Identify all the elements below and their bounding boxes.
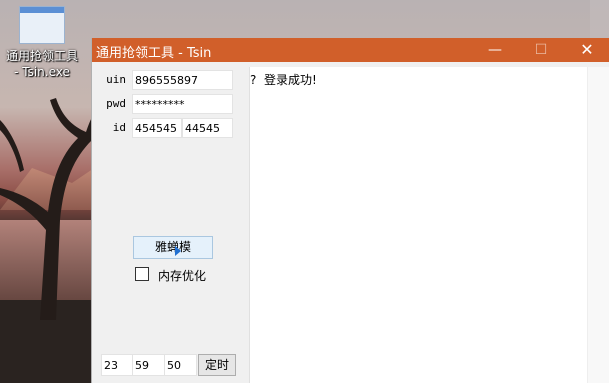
log-panel[interactable]: ? 登录成功! xyxy=(249,67,588,383)
tree-silhouette xyxy=(0,98,100,320)
timer-second-field[interactable]: 50 xyxy=(164,354,197,376)
app-window: 通用抢领工具 - Tsin — ☐ ✕ uin 896555897 pwd **… xyxy=(91,38,609,383)
uin-field[interactable]: 896555897 xyxy=(132,70,233,90)
log-line: ? 登录成功! xyxy=(250,73,317,87)
window-app-icon xyxy=(19,6,65,44)
uin-label: uin xyxy=(106,73,126,86)
id-field-2[interactable]: 44545 xyxy=(182,118,233,138)
window-title: 通用抢领工具 - Tsin xyxy=(96,46,212,61)
desktop-shortcut-label-line1: 通用抢领工具 xyxy=(5,49,78,63)
desktop-shortcut-tsin[interactable]: 通用抢领工具 - Tsin.exe xyxy=(2,6,82,80)
timer-button[interactable]: 定时 xyxy=(198,354,236,376)
desktop-shortcut-label: 通用抢领工具 - Tsin.exe xyxy=(2,48,82,80)
title-bar[interactable]: 通用抢领工具 - Tsin — ☐ ✕ xyxy=(92,38,609,62)
id-label: id xyxy=(112,121,126,134)
start-button-label: 雅蝉模 xyxy=(154,240,191,254)
pwd-label: pwd xyxy=(106,97,126,110)
mouse-cursor-icon xyxy=(175,246,181,256)
id-field-1[interactable]: 454545 xyxy=(132,118,182,138)
timer-button-label: 定时 xyxy=(204,358,229,372)
desktop-shortcut-label-line2: - Tsin.exe xyxy=(14,65,70,79)
start-button[interactable]: 雅蝉模 xyxy=(133,236,213,259)
timer-minute-field[interactable]: 59 xyxy=(132,354,165,376)
memory-optimize-checkbox[interactable] xyxy=(135,267,149,281)
pwd-field[interactable]: ********* xyxy=(132,94,233,114)
maximize-button[interactable]: ☐ xyxy=(518,38,564,62)
close-button[interactable]: ✕ xyxy=(564,38,609,62)
timer-hour-field[interactable]: 23 xyxy=(101,354,134,376)
memory-optimize-label: 内存优化 xyxy=(158,269,207,283)
log-scrollbar[interactable] xyxy=(587,67,609,383)
minimize-button[interactable]: — xyxy=(472,38,518,62)
